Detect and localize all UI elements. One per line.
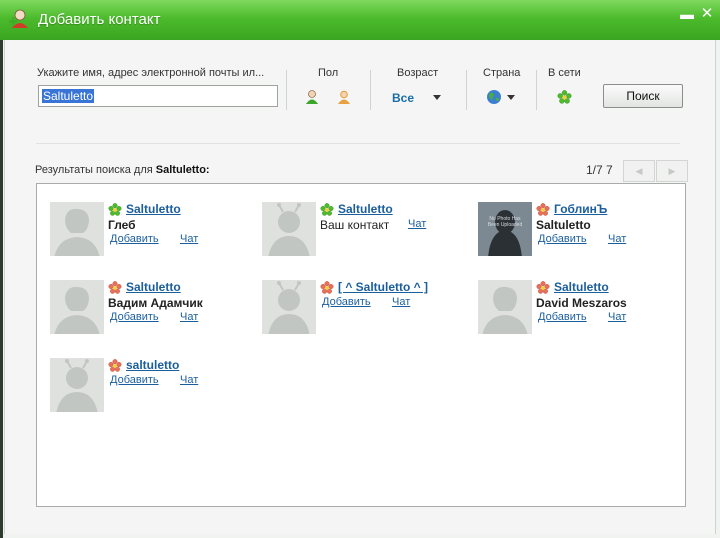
online-status-icon [320,203,334,217]
globe-icon[interactable] [486,89,502,105]
divider [286,70,287,110]
avatar[interactable] [50,202,104,256]
online-status-icon [108,203,122,217]
minimize-button[interactable]: ▬ [678,6,696,22]
country-label: Страна [483,67,521,79]
contact-subtitle: David Meszaros [536,296,627,310]
avatar[interactable]: No Photo Has Been Uploaded [478,202,532,256]
chat-link[interactable]: Чат [180,311,198,323]
contact-name-link[interactable]: saltuletto [126,358,179,372]
avatar[interactable] [478,280,532,334]
chat-link[interactable]: Чат [180,374,198,386]
section-divider [36,143,680,144]
add-contact-icon [9,9,28,28]
chat-link[interactable]: Чат [608,311,626,323]
add-contact-link[interactable]: Добавить [322,296,371,308]
contact-name-link[interactable]: Saltuletto [126,202,181,216]
age-label: Возраст [397,67,439,79]
no-photo-caption: No Photo Has Been Uploaded [487,216,523,228]
contact-subtitle: Глеб [108,218,136,232]
contact-subtitle: Вадим Адамчик [108,296,203,310]
offline-status-icon [536,281,550,295]
next-page-button[interactable]: ▶ [656,160,688,182]
contact-subtitle: Saltuletto [536,218,591,232]
add-contact-window: Добавить контакт ▬ ✕ Укажите имя, адрес … [0,0,720,538]
divider [370,70,371,110]
title-bar[interactable]: Добавить контакт ▬ ✕ [0,0,720,40]
avatar[interactable] [50,280,104,334]
online-label: В сети [548,67,581,79]
prev-page-button[interactable]: ◀ [623,160,655,182]
offline-status-icon [320,281,334,295]
offline-status-icon [108,281,122,295]
search-field-label: Укажите имя, адрес электронной почты ил.… [37,67,265,79]
contact-name-link[interactable]: Saltuletto [554,280,609,294]
pagination-text: 1/7 7 [586,163,613,177]
add-contact-link[interactable]: Добавить [538,311,587,323]
chat-link[interactable]: Чат [408,218,426,230]
avatar[interactable] [262,202,316,256]
window-title: Добавить контакт [38,11,161,28]
contact-name-link[interactable]: Saltuletto [126,280,181,294]
online-flower-icon[interactable] [557,90,572,105]
search-input-value: Saltuletto [42,89,95,103]
gender-label: Пол [318,67,339,79]
female-gender-icon[interactable] [336,89,352,105]
results-list: Saltuletto Глеб Добавить Чат Saltuletto Ваш к… [36,183,686,507]
chat-link[interactable]: Чат [180,233,198,245]
contact-name-link[interactable]: [ ^ Saltuletto ^ ] [338,280,428,294]
divider [536,70,537,110]
chat-link[interactable]: Чат [392,296,410,308]
add-contact-link[interactable]: Добавить [110,311,159,323]
contact-name-link[interactable]: ГоблинЪ [554,202,607,216]
offline-status-icon [108,359,122,373]
add-contact-link[interactable]: Добавить [110,374,159,386]
age-dropdown-arrow[interactable] [433,95,441,100]
avatar[interactable] [262,280,316,334]
results-prefix: Результаты поиска для [35,164,156,176]
results-heading: Результаты поиска для Saltuletto: [35,164,210,176]
male-gender-icon[interactable] [304,89,320,105]
country-dropdown-arrow[interactable] [507,95,515,100]
contact-subtitle: Ваш контакт [320,218,390,232]
results-query: Saltuletto: [155,164,210,176]
search-input[interactable]: Saltuletto [38,85,278,107]
chat-link[interactable]: Чат [608,233,626,245]
divider [466,70,467,110]
age-dropdown-value[interactable]: Все [392,91,414,105]
left-edge [0,40,3,538]
contact-name-link[interactable]: Saltuletto [338,202,393,216]
add-contact-link[interactable]: Добавить [110,233,159,245]
add-contact-link[interactable]: Добавить [538,233,587,245]
close-button[interactable]: ✕ [698,6,716,22]
search-button[interactable]: Поиск [603,84,683,108]
offline-status-icon [536,203,550,217]
avatar[interactable] [50,358,104,412]
